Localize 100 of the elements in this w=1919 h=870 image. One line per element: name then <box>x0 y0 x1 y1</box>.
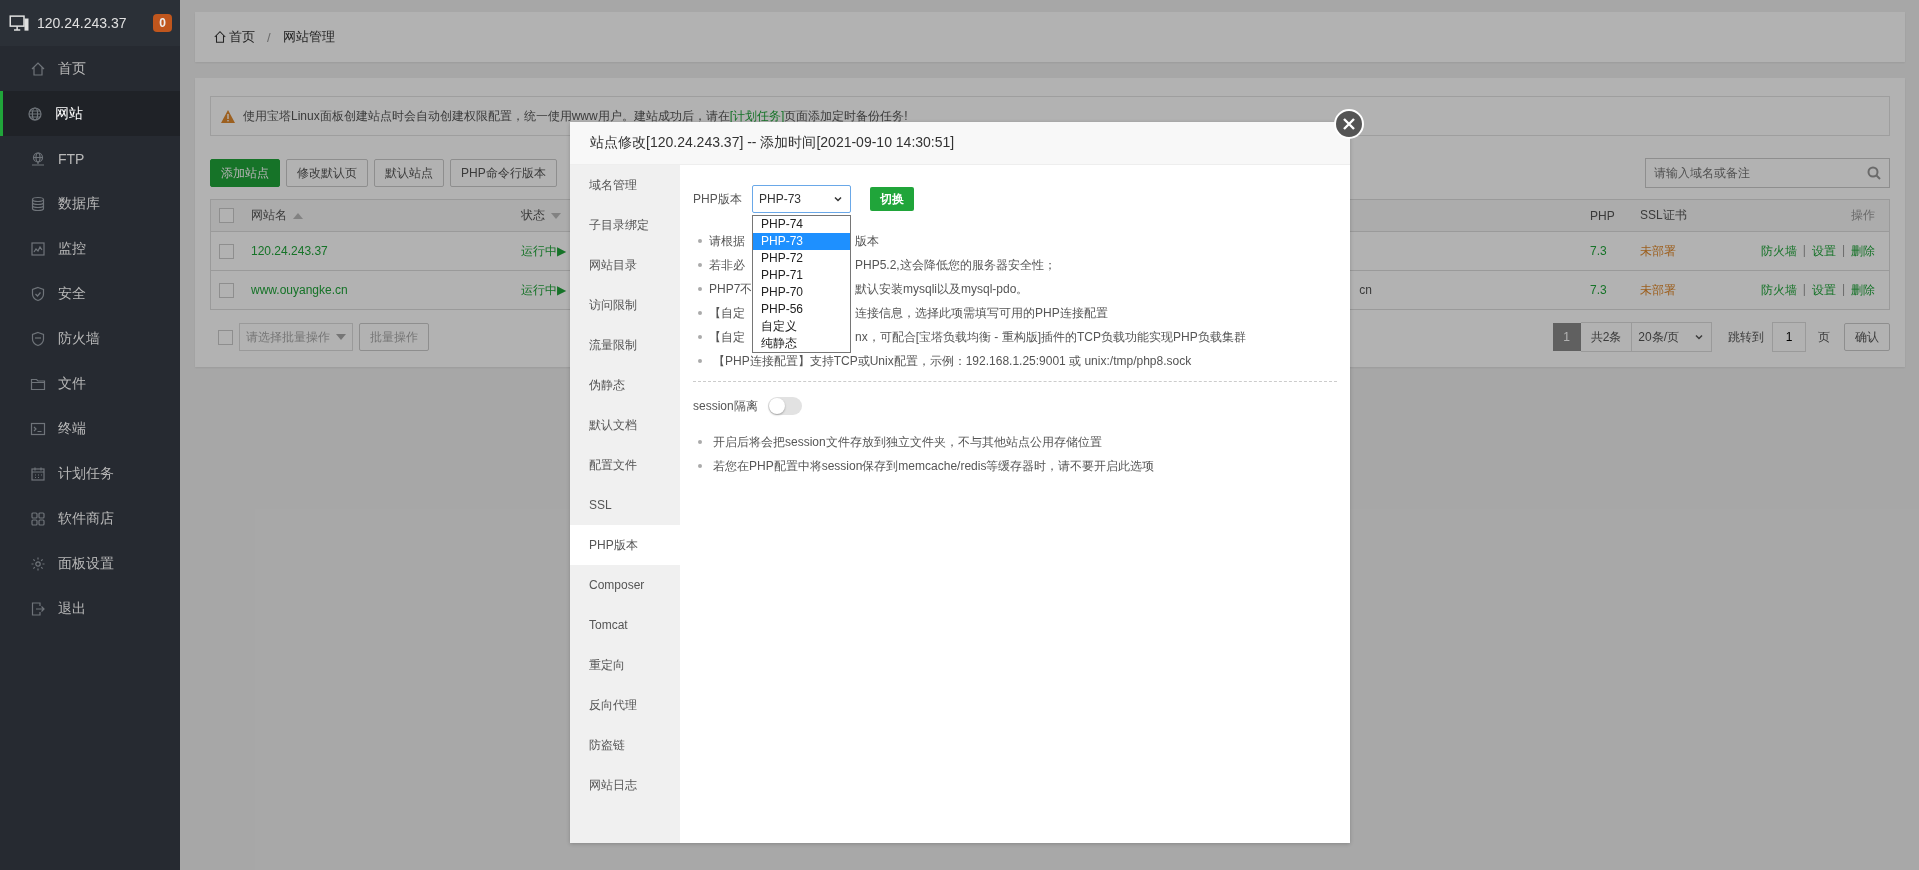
page-unit: 页 <box>1818 328 1830 346</box>
dialog-tab[interactable]: 网站目录 <box>570 245 680 285</box>
dropdown-option[interactable]: PHP-74 <box>753 216 850 233</box>
toolbar-button[interactable]: 修改默认页 <box>286 159 368 187</box>
dialog-title: 站点修改[120.24.243.37] -- 添加时间[2021-09-10 14:30:51] <box>590 134 955 152</box>
warning-icon <box>221 109 235 123</box>
session-label: session隔离 <box>693 397 758 415</box>
toolbar-button[interactable]: 默认站点 <box>374 159 444 187</box>
dialog-tab[interactable]: 重定向 <box>570 645 680 685</box>
notification-badge[interactable]: 0 <box>153 14 172 32</box>
sidebar-item[interactable]: 监控 <box>0 226 180 271</box>
sidebar-item[interactable]: FTP <box>0 136 180 181</box>
page-size-select[interactable]: 20条/页 <box>1632 322 1712 352</box>
home-icon <box>213 30 227 44</box>
action-separator: | <box>1802 242 1806 259</box>
chart-icon <box>30 240 46 257</box>
dropdown-option[interactable]: PHP-71 <box>753 267 850 284</box>
sidebar-item[interactable]: 网站 <box>0 91 180 136</box>
sidebar-item[interactable]: 文件 <box>0 361 180 406</box>
action-separator: | <box>1841 281 1845 298</box>
dialog-tab[interactable]: Composer <box>570 565 680 605</box>
dialog-tab[interactable]: 域名管理 <box>570 165 680 205</box>
shield-check-icon <box>30 285 46 302</box>
note-text: 【自定 <box>709 328 746 346</box>
dialog-tab[interactable]: SSL <box>570 485 680 525</box>
terminal-icon <box>30 420 46 437</box>
search-field[interactable]: 请输入域名或备注 <box>1645 158 1890 188</box>
grid-icon <box>30 510 46 527</box>
note-text: 版本 <box>854 232 880 250</box>
dialog-tab[interactable]: 伪静态 <box>570 365 680 405</box>
page-input[interactable]: 1 <box>1772 322 1806 352</box>
home-icon <box>30 60 46 77</box>
select-all-checkbox[interactable] <box>219 208 234 223</box>
dialog-tab[interactable]: 默认文档 <box>570 405 680 445</box>
note-text: 默认安装mysqli以及mysql-pdo。 <box>854 280 1030 298</box>
dialog-tab[interactable]: PHP版本 <box>570 525 680 565</box>
column-header[interactable]: 状态 <box>521 207 545 224</box>
dialog-tab[interactable]: 流量限制 <box>570 325 680 365</box>
server-address: 120.24.243.37 <box>37 15 128 31</box>
note-text: 若您在PHP配置中将session保存到memcache/redis等缓存器时，请不要开启此选项 <box>712 457 1156 475</box>
database-icon <box>30 195 46 212</box>
note-text: 开启后将会把session文件存放到独立文件夹，不与其他站点公用存储位置 <box>712 433 1103 451</box>
dropdown-option[interactable]: PHP-70 <box>753 284 850 301</box>
globe-icon <box>27 105 43 122</box>
dropdown-option[interactable]: PHP-72 <box>753 250 850 267</box>
dialog-tab[interactable]: 反向代理 <box>570 685 680 725</box>
sidebar-item[interactable]: 防火墙 <box>0 316 180 361</box>
sort-up-icon[interactable] <box>293 212 303 219</box>
confirm-button[interactable]: 确认 <box>1844 323 1890 351</box>
sidebar-item[interactable]: 终端 <box>0 406 180 451</box>
close-icon <box>1343 118 1355 130</box>
select-all-checkbox[interactable] <box>218 329 233 345</box>
dropdown-option[interactable]: 自定义 <box>753 318 850 335</box>
dialog-tab[interactable]: 防盗链 <box>570 725 680 765</box>
breadcrumb-current: 网站管理 <box>282 28 335 46</box>
exit-icon <box>30 600 46 617</box>
note-text: 连接信息，选择此项需填写可用的PHP连接配置 <box>854 304 1109 322</box>
column-header: PHP <box>1590 208 1616 223</box>
sidebar-item[interactable]: 数据库 <box>0 181 180 226</box>
sidebar-item[interactable]: 安全 <box>0 271 180 316</box>
dropdown-option[interactable]: PHP-56 <box>753 301 850 318</box>
dialog-tab[interactable]: 子目录绑定 <box>570 205 680 245</box>
column-header: 操作 <box>1851 207 1876 224</box>
row-checkbox[interactable] <box>219 282 234 298</box>
breadcrumb-link[interactable]: 首页 <box>229 28 255 46</box>
sidebar-item[interactable]: 退出 <box>0 586 180 631</box>
dialog-tab[interactable]: Tomcat <box>570 605 680 645</box>
monitor-icon <box>9 13 29 33</box>
ssl-status-cell-text: 未部署 <box>1640 242 1677 260</box>
php-version-label: PHP版本 <box>693 190 743 208</box>
column-header: SSL证书 <box>1640 207 1688 224</box>
session-toggle[interactable] <box>767 397 802 415</box>
dialog-tab[interactable]: 配置文件 <box>570 445 680 485</box>
dialog-tab[interactable]: 网站日志 <box>570 765 680 805</box>
calendar-icon <box>30 465 46 482</box>
toolbar-button[interactable]: PHP命令行版本 <box>450 159 557 187</box>
table-cell: cn <box>1359 283 1372 297</box>
row-checkbox[interactable] <box>219 243 234 259</box>
sidebar-item[interactable]: 首页 <box>0 46 180 91</box>
sidebar-item[interactable]: 计划任务 <box>0 451 180 496</box>
dialog-tab[interactable]: 访问限制 <box>570 285 680 325</box>
action-separator: | <box>1802 281 1806 298</box>
sidebar-item[interactable]: 面板设置 <box>0 541 180 586</box>
php-version-cell-text: 7.3 <box>1590 244 1608 258</box>
php-version-select[interactable]: PHP-73 <box>752 185 851 213</box>
sort-down-icon[interactable] <box>551 212 561 219</box>
sidebar-item[interactable]: 软件商店 <box>0 496 180 541</box>
dropdown-option[interactable]: 纯静态 <box>753 335 850 352</box>
note-text: 请根据 <box>709 232 746 250</box>
note-text: PHP7不 <box>709 280 752 298</box>
note-text: 【自定 <box>709 304 746 322</box>
note-text: nx，可配合[宝塔负载均衡 - 重构版]插件的TCP负载功能实现PHP负载集群 <box>854 328 1247 346</box>
globe-icon <box>30 150 46 167</box>
breadcrumb-separator: / <box>267 29 271 45</box>
shield-icon <box>30 330 46 347</box>
action-separator: | <box>1841 242 1845 259</box>
total-count: 共2条 <box>1580 322 1633 352</box>
gear-icon <box>30 555 46 572</box>
column-header[interactable]: 网站名 <box>251 207 287 224</box>
php-version-cell-text: 7.3 <box>1590 283 1608 297</box>
